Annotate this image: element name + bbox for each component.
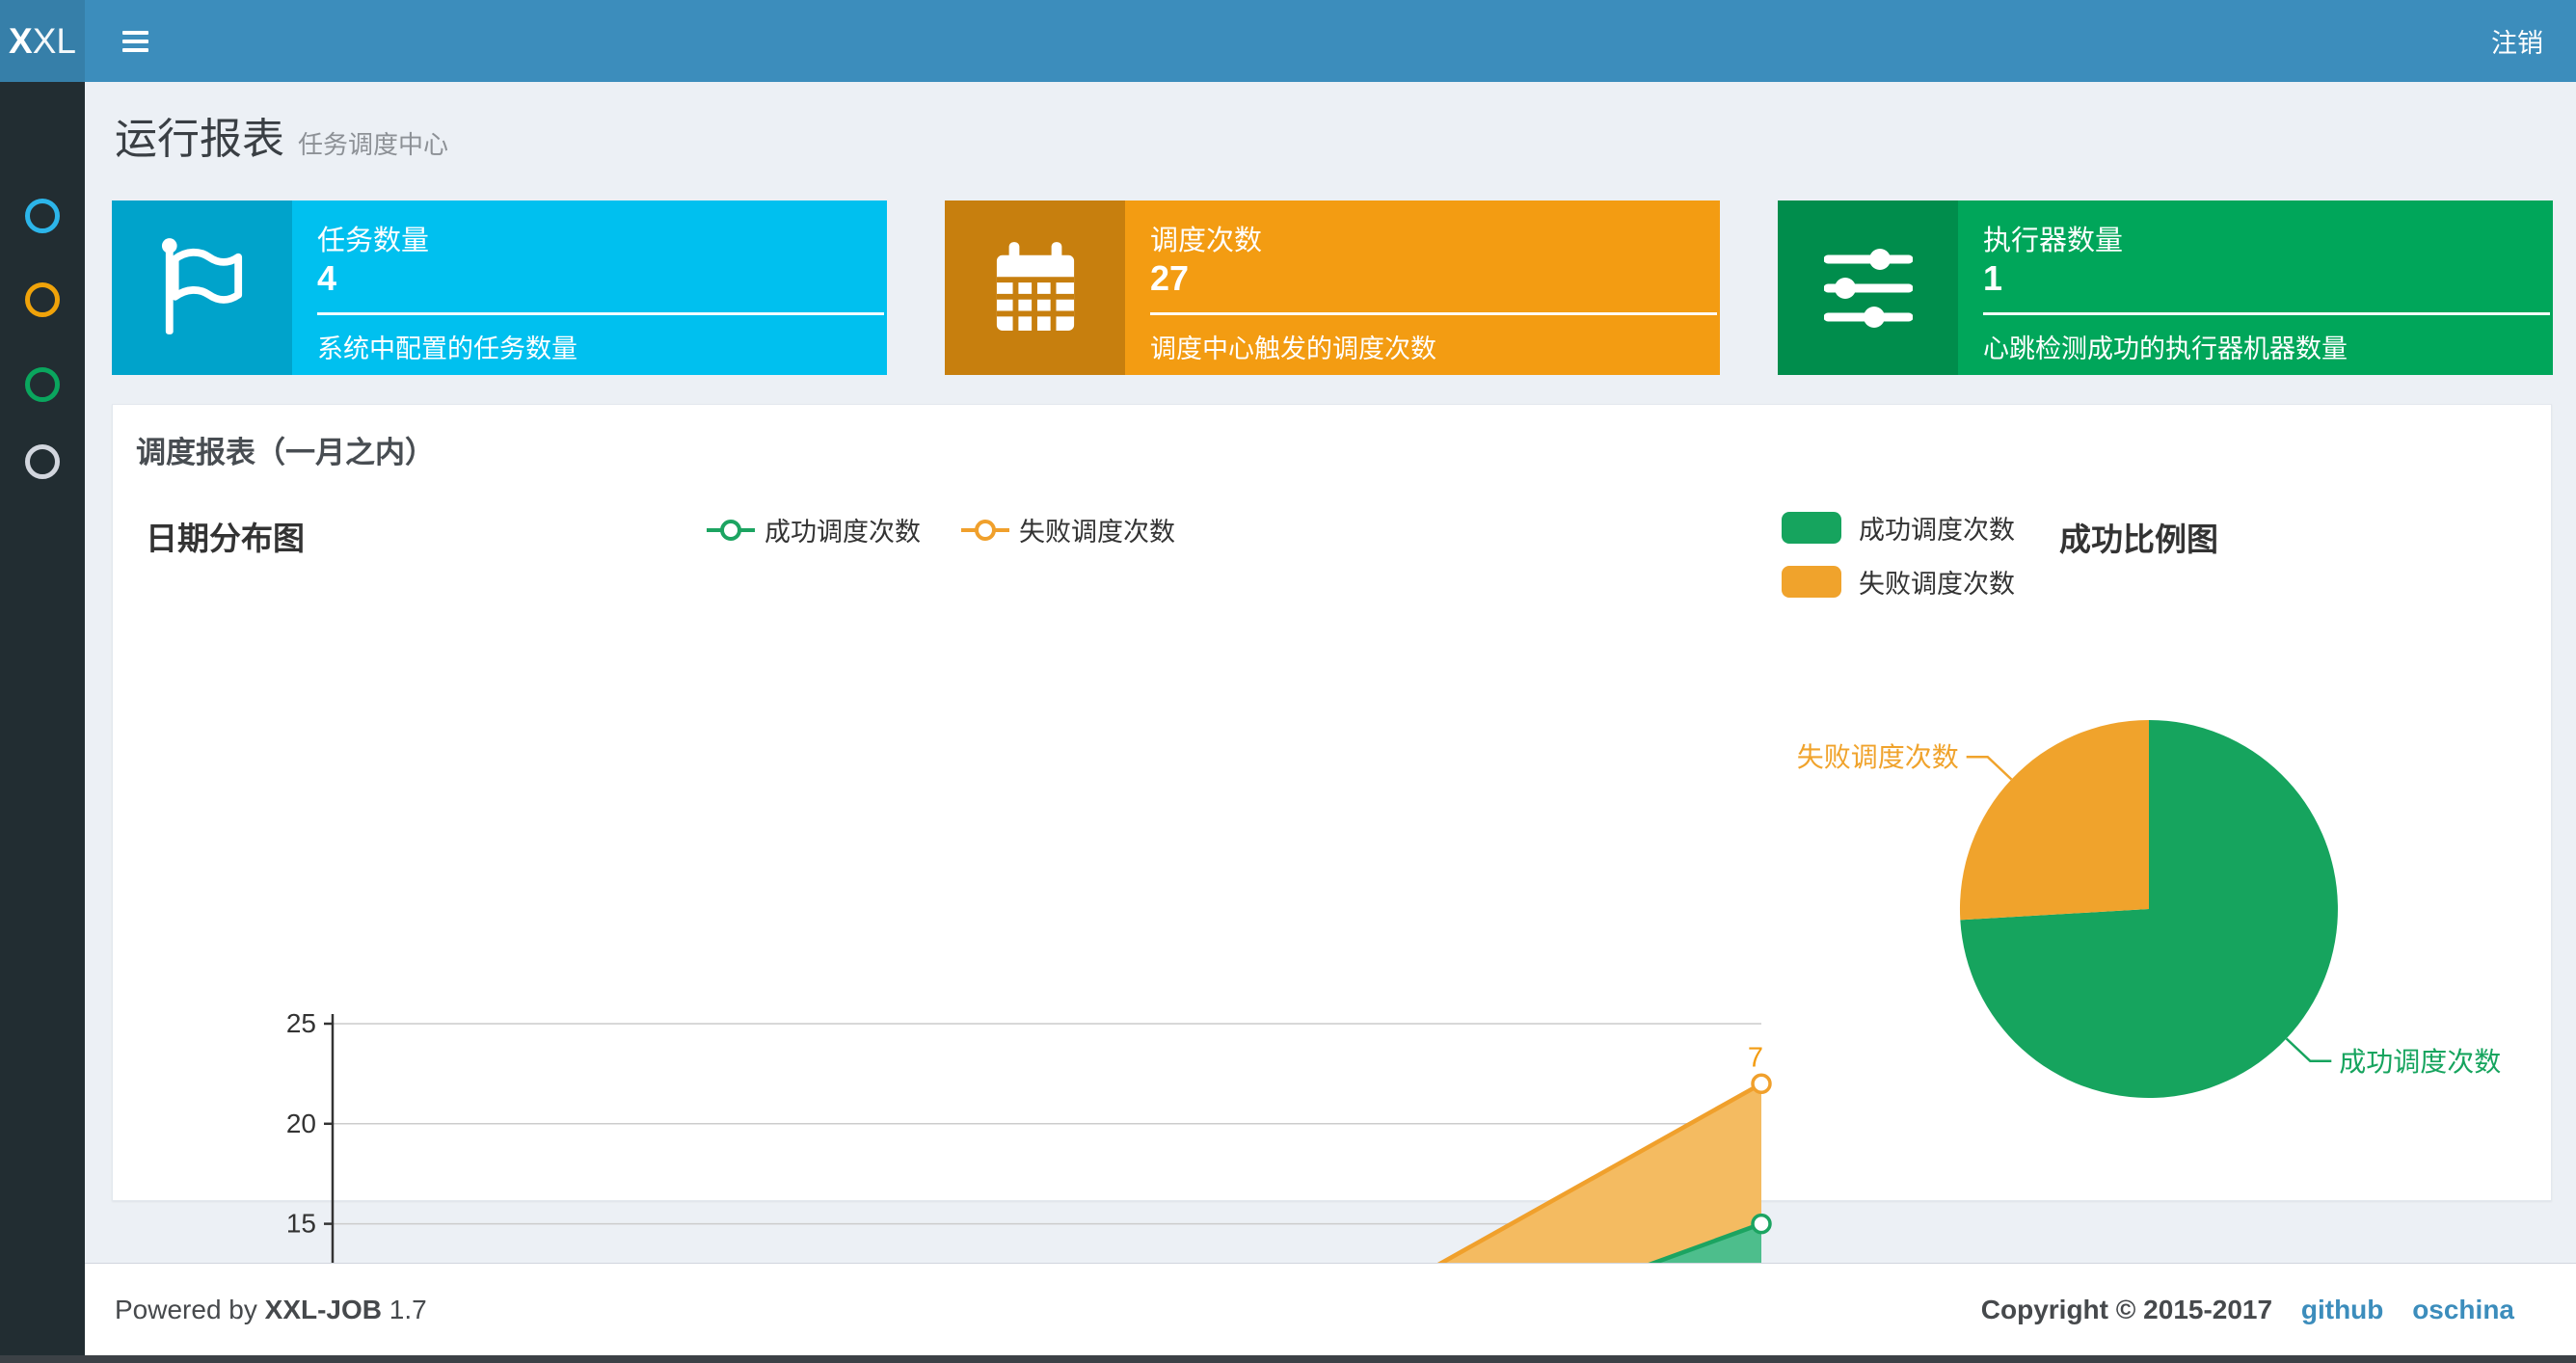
svg-text:失败调度次数: 失败调度次数	[1797, 742, 1959, 772]
sidebar-item-3[interactable]	[0, 356, 85, 414]
copyright-text: Copyright © 2015-2017 github oschina	[1980, 1295, 2514, 1324]
info-box: 执行器数量 1 心跳检测成功的执行器机器数量	[1778, 200, 2553, 375]
info-box-label: 执行器数量	[1983, 226, 2124, 256]
sliders-icon	[1778, 200, 1958, 375]
sidebar-item-1[interactable]	[0, 187, 85, 245]
flag-icon	[112, 200, 292, 375]
line-chart-title: 日期分布图	[146, 521, 305, 556]
report-panel: 调度报表（一月之内） 日期分布图 成功调度次数 失败调度次数 051015202…	[112, 404, 2552, 1363]
circle-outline-icon	[25, 367, 60, 402]
svg-text:成功调度次数: 成功调度次数	[2339, 1047, 2501, 1077]
sidebar	[0, 82, 85, 1363]
hamburger-icon	[121, 30, 148, 35]
legend-label: 失败调度次数	[1019, 518, 1175, 547]
top-navbar: X XL 注销	[0, 0, 2576, 82]
app-window: X XL 注销 运行报表 任务调度中心 任务数量 4 系统中配置的任务数量 调度…	[0, 0, 2576, 1363]
footer: Powered by XXL-JOB 1.7 Copyright © 2015-…	[85, 1263, 2576, 1355]
legend-label: 成功调度次数	[1859, 516, 2015, 545]
svg-text:15: 15	[286, 1209, 316, 1239]
window-bottom-edge	[0, 1355, 2576, 1363]
circle-outline-icon	[25, 282, 60, 317]
info-box-value: 4	[317, 258, 337, 298]
logo-text-rest: XL	[32, 20, 76, 61]
info-box-label: 任务数量	[317, 226, 430, 256]
panel-title: 调度报表（一月之内）	[136, 436, 435, 469]
pie-chart: 成功调度次数 失败调度次数	[1797, 720, 2501, 1098]
page-subtitle: 任务调度中心	[298, 130, 449, 159]
legend-label: 失败调度次数	[1859, 570, 2015, 599]
info-box: 任务数量 4 系统中配置的任务数量	[112, 200, 887, 375]
circle-outline-icon	[25, 199, 60, 233]
line-series-marker-icon	[707, 516, 755, 545]
svg-text:25: 25	[286, 1008, 316, 1038]
divider	[317, 312, 884, 315]
sidebar-toggle-button[interactable]	[108, 0, 162, 82]
page-title: 运行报表	[115, 116, 284, 163]
svg-text:7: 7	[1748, 1042, 1763, 1073]
pie-legend-swatch	[1782, 566, 1841, 598]
app-logo[interactable]: X XL	[0, 0, 85, 82]
pie-chart-title: 成功比例图	[2059, 521, 2218, 557]
pie-chart-legend: 成功调度次数 失败调度次数	[1782, 509, 2015, 617]
line-series-marker-icon	[961, 516, 1009, 545]
divider	[1150, 312, 1717, 315]
line-chart-legend: 成功调度次数 失败调度次数	[707, 511, 1175, 548]
oschina-link[interactable]: oschina	[2412, 1295, 2514, 1324]
info-box-description: 系统中配置的任务数量	[317, 334, 577, 363]
product-version: 1.7	[389, 1295, 427, 1324]
info-box: 调度次数 27 调度中心触发的调度次数	[945, 200, 1720, 375]
info-box-value: 1	[1983, 258, 2003, 298]
line-legend-item[interactable]: 失败调度次数	[961, 511, 1175, 548]
circle-outline-icon	[25, 444, 60, 479]
line-legend-item[interactable]: 成功调度次数	[707, 511, 921, 548]
github-link[interactable]: github	[2301, 1295, 2384, 1324]
calendar-icon	[945, 200, 1125, 375]
svg-text:20: 20	[286, 1109, 316, 1138]
pie-legend-item[interactable]: 成功调度次数	[1782, 509, 2015, 547]
logo-text-bold: X	[9, 20, 33, 61]
info-box-description: 调度中心触发的调度次数	[1150, 334, 1436, 363]
product-name: XXL-JOB	[264, 1295, 383, 1324]
pie-legend-item[interactable]: 失败调度次数	[1782, 563, 2015, 601]
divider	[1983, 312, 2550, 315]
sidebar-item-2[interactable]	[0, 271, 85, 329]
logout-button[interactable]: 注销	[2478, 0, 2557, 82]
info-box-value: 27	[1150, 258, 1190, 298]
page-header: 运行报表 任务调度中心	[115, 104, 448, 166]
sidebar-item-4[interactable]	[0, 433, 85, 491]
info-box-label: 调度次数	[1150, 226, 1263, 256]
powered-by-text: Powered by XXL-JOB 1.7	[115, 1295, 427, 1324]
pie-legend-swatch	[1782, 512, 1841, 544]
info-box-description: 心跳检测成功的执行器机器数量	[1983, 334, 2348, 363]
legend-label: 成功调度次数	[765, 518, 921, 547]
